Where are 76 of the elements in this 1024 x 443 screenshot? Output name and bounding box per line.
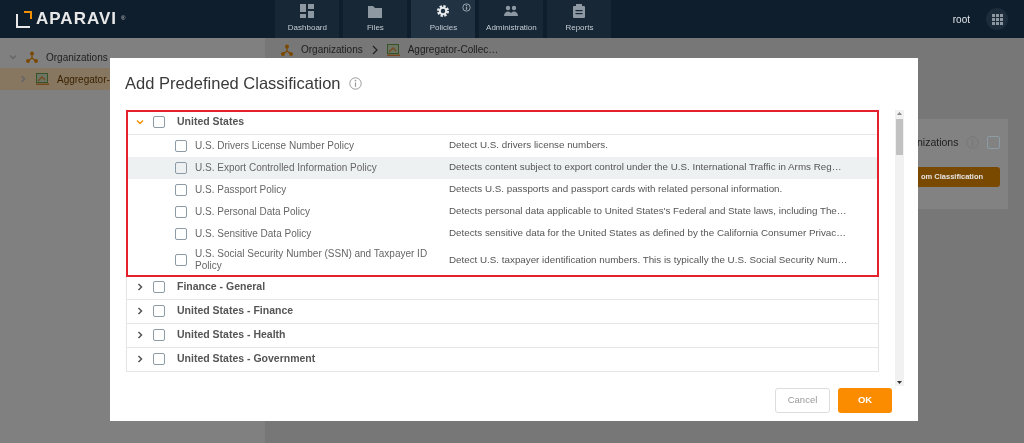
info-icon bbox=[462, 3, 472, 12]
chevron-icon bbox=[370, 44, 379, 55]
checkbox[interactable] bbox=[175, 161, 187, 174]
logo-text: APARAVI bbox=[36, 8, 117, 31]
policy-name: U.S. Social Security Number (SSN) and Taxpayer ID Policy bbox=[195, 247, 429, 273]
chart-icon bbox=[36, 73, 49, 85]
grid-icon bbox=[991, 13, 1003, 25]
nav-tab[interactable]: Reports bbox=[547, 0, 612, 38]
policy-name: U.S. Drivers License Number Policy bbox=[195, 139, 355, 152]
group-name: United States - Finance bbox=[177, 303, 294, 319]
chevron-icon[interactable] bbox=[135, 330, 145, 341]
policy-row[interactable]: U.S. Personal Data Policy Detects personal data applicable to United States's Federal and State laws, including The… bbox=[127, 200, 878, 223]
checkbox[interactable] bbox=[175, 183, 187, 196]
apps-button[interactable] bbox=[986, 8, 1008, 30]
group-name: United States - Government bbox=[177, 351, 316, 367]
policy-name: U.S. Export Controlled Information Policy bbox=[195, 161, 378, 174]
policy-row[interactable]: U.S. Export Controlled Information Policy Detects content subject to export control under the U.S. International Traffic in Arms Reg… bbox=[127, 156, 878, 179]
nav-tab[interactable]: Policies bbox=[411, 0, 476, 38]
user-name[interactable]: root bbox=[952, 11, 970, 27]
policy-name: U.S. Passport Policy bbox=[195, 183, 288, 196]
policy-row[interactable]: U.S. Drivers License Number Policy Detect U.S. drivers license numbers. bbox=[127, 134, 878, 157]
dashboard-icon bbox=[300, 4, 315, 18]
chevron-icon[interactable] bbox=[135, 306, 145, 317]
group-row[interactable]: United States - Health bbox=[127, 323, 878, 348]
folder-icon bbox=[368, 4, 383, 18]
group-row[interactable]: United States - Finance bbox=[127, 299, 878, 324]
group-name: United States bbox=[177, 114, 245, 130]
policy-description: Detects sensitive data for the United States as defined by the California Consumer Privac… bbox=[449, 226, 846, 241]
policy-row[interactable]: U.S. Passport Policy Detects U.S. passports and passport cards with related personal information. bbox=[127, 178, 878, 201]
scroll-down-icon[interactable] bbox=[895, 378, 904, 386]
group-name: United States - Health bbox=[177, 327, 286, 343]
people-icon bbox=[504, 4, 519, 18]
policy-description: Detect U.S. taxpayer identification numbers. This is typically the U.S. Social Security Num… bbox=[449, 252, 848, 267]
policy-description: Detect U.S. drivers license numbers. bbox=[449, 138, 608, 153]
nav-tab[interactable]: Files bbox=[343, 0, 408, 38]
checkbox[interactable] bbox=[175, 227, 187, 240]
logo-icon bbox=[16, 10, 32, 28]
chevron-icon[interactable] bbox=[135, 282, 145, 293]
policy-description: Detects personal data applicable to United States's Federal and State laws, including The… bbox=[449, 204, 847, 219]
hierarchy-icon bbox=[26, 51, 38, 63]
group-name: Finance - General bbox=[177, 279, 266, 295]
chevron-icon[interactable] bbox=[135, 354, 145, 365]
checkbox[interactable] bbox=[153, 305, 165, 318]
info-icon bbox=[348, 76, 362, 90]
policy-row[interactable]: U.S. Sensitive Data Policy Detects sensitive data for the United States as defined by the California Consumer Privac… bbox=[127, 222, 878, 245]
clipboard-icon bbox=[572, 4, 587, 18]
chart-icon bbox=[386, 43, 400, 56]
tree-item[interactable]: Organizations bbox=[0, 46, 265, 68]
policy-name: U.S. Sensitive Data Policy bbox=[195, 227, 313, 240]
checkbox[interactable] bbox=[987, 136, 1001, 150]
scrollbar-thumb[interactable] bbox=[896, 118, 903, 155]
group-row[interactable]: United States bbox=[127, 110, 878, 135]
tree-label: Aggregator- bbox=[57, 72, 110, 87]
settings-icon bbox=[436, 4, 451, 18]
checkbox[interactable] bbox=[153, 329, 165, 342]
checkbox[interactable] bbox=[153, 353, 165, 366]
nav-tab[interactable]: Administration bbox=[479, 0, 544, 38]
checkbox[interactable] bbox=[175, 139, 187, 152]
checkbox[interactable] bbox=[175, 254, 187, 267]
group-row[interactable]: Finance - General bbox=[127, 275, 878, 300]
hierarchy-icon bbox=[281, 43, 293, 56]
checkbox[interactable] bbox=[153, 281, 165, 294]
checkbox[interactable] bbox=[153, 116, 165, 129]
breadcrumb-link[interactable]: Organizations bbox=[301, 42, 363, 57]
scrollbar[interactable] bbox=[895, 109, 904, 386]
scroll-up-icon[interactable] bbox=[895, 109, 904, 117]
policy-name: U.S. Personal Data Policy bbox=[195, 205, 312, 218]
policy-description: Detects U.S. passports and passport cards with related personal information. bbox=[449, 182, 783, 197]
breadcrumb-link[interactable]: Aggregator-Collec… bbox=[407, 42, 499, 57]
checkbox[interactable] bbox=[175, 205, 187, 218]
tree-label: Organizations bbox=[46, 50, 108, 65]
policy-row[interactable]: U.S. Social Security Number (SSN) and Taxpayer ID Policy Detect U.S. taxpayer identification numbers. This is typically the U.S. Social Security Num… bbox=[127, 244, 878, 276]
panel-title: nizations bbox=[917, 135, 959, 150]
group-row[interactable]: United States - Government bbox=[127, 347, 878, 372]
policy-description: Detects content subject to export control under the U.S. International Traffic in Arms Reg… bbox=[449, 160, 842, 175]
nav-tab[interactable]: Dashboard bbox=[275, 0, 340, 38]
